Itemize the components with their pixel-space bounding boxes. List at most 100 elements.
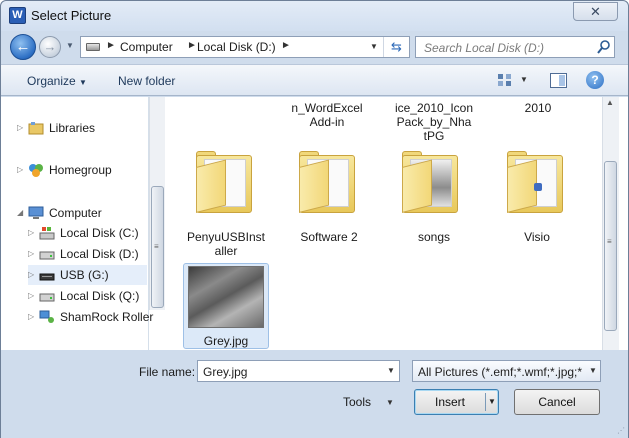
file-type-value: All Pictures (*.emf;*.wmf;*.jpg;* xyxy=(418,365,583,379)
search-input[interactable]: Search Local Disk (D:) xyxy=(424,41,544,55)
tools-dropdown-icon[interactable]: ▼ xyxy=(386,398,394,407)
network-icon xyxy=(39,310,54,323)
sidebar-item-local-disk-c[interactable]: ▷ Local Disk (C:) xyxy=(28,223,147,243)
address-bar[interactable]: ► Computer ► Local Disk (D:) ► ▼ ⇆ xyxy=(80,36,410,58)
file-list-scrollbar[interactable]: ▲ ≡ xyxy=(602,97,619,350)
sidebar-item-label: Homegroup xyxy=(49,163,112,177)
grip-icon: ≡ xyxy=(607,237,612,246)
expand-icon[interactable]: ▷ xyxy=(17,160,23,180)
file-name-field[interactable]: Grey.jpg ▼ xyxy=(197,360,400,382)
scrollbar-thumb[interactable] xyxy=(604,161,617,331)
select-picture-dialog: W Select Picture ✕ ← → ▼ ► Computer ► Lo… xyxy=(0,0,629,438)
breadcrumb-computer[interactable]: Computer xyxy=(120,40,173,54)
preview-pane-icon[interactable] xyxy=(550,73,567,88)
folder-name: PenyuUSBInst aller xyxy=(186,230,266,258)
expand-icon[interactable]: ▷ xyxy=(17,118,23,138)
browser-area: ▷ Libraries ▷ Homegroup ◢ Computer ▷ Loc… xyxy=(1,97,628,350)
file-name-label: File name: xyxy=(139,365,196,379)
breadcrumb-separator-icon[interactable]: ► xyxy=(106,40,116,51)
search-box[interactable]: Search Local Disk (D:) xyxy=(415,36,615,58)
help-icon[interactable]: ? xyxy=(586,71,604,89)
recent-locations-dropdown-icon[interactable]: ▼ xyxy=(66,41,76,51)
drive-icon xyxy=(39,293,55,302)
folder-icon xyxy=(299,151,355,213)
resize-grip-icon[interactable]: ⋰ xyxy=(617,426,627,436)
organize-button[interactable]: Organize ▼ xyxy=(27,74,87,88)
breadcrumb-local-disk-d[interactable]: Local Disk (D:) xyxy=(197,40,276,54)
insert-options-dropdown-icon[interactable]: ▼ xyxy=(488,390,496,414)
sidebar-item-label: Local Disk (Q:) xyxy=(60,289,140,303)
word-app-icon: W xyxy=(9,7,26,24)
sidebar-item-label: Local Disk (C:) xyxy=(60,226,139,240)
file-name-dropdown-icon[interactable]: ▼ xyxy=(384,362,398,380)
back-button[interactable]: ← xyxy=(10,34,36,60)
title-bar: W Select Picture ✕ xyxy=(1,1,628,31)
file-name-value[interactable]: Grey.jpg xyxy=(203,365,247,379)
chevron-down-icon: ▼ xyxy=(79,78,87,87)
libraries-icon xyxy=(28,122,44,135)
sidebar-item-shamrock-roller[interactable]: ▷ ShamRock Roller xyxy=(28,307,153,327)
sidebar-item-local-disk-q[interactable]: ▷ Local Disk (Q:) xyxy=(28,286,147,306)
expand-icon[interactable]: ▷ xyxy=(28,265,34,285)
navigation-scrollbar[interactable]: ≡ xyxy=(149,97,165,310)
file-name: Grey.jpg xyxy=(203,334,249,348)
refresh-icon[interactable]: ⇆ xyxy=(383,37,409,57)
folder-name: Visio xyxy=(524,230,550,244)
expand-icon[interactable]: ▷ xyxy=(28,223,34,243)
insert-label: Insert xyxy=(434,395,465,409)
computer-icon xyxy=(28,206,44,219)
breadcrumb-separator-icon[interactable]: ► xyxy=(281,40,291,51)
sidebar-item-local-disk-d[interactable]: ▷ Local Disk (D:) xyxy=(28,244,147,264)
grip-icon: ≡ xyxy=(154,242,159,251)
sidebar-item-label: Libraries xyxy=(49,121,96,135)
dialog-title: Select Picture xyxy=(31,8,112,23)
view-options-dropdown-icon[interactable]: ▼ xyxy=(520,75,528,84)
sidebar-item-computer[interactable]: ◢ Computer xyxy=(17,203,147,223)
sidebar-item-label: ShamRock Roller xyxy=(60,310,154,324)
view-icon[interactable] xyxy=(497,73,513,87)
close-button[interactable]: ✕ xyxy=(573,2,618,21)
expand-icon[interactable]: ▷ xyxy=(28,244,34,264)
expand-icon[interactable]: ▷ xyxy=(28,307,34,327)
new-folder-button[interactable]: New folder xyxy=(118,74,175,88)
sidebar-item-label: Computer xyxy=(49,206,102,220)
dialog-footer: File name: Grey.jpg ▼ All Pictures (*.em… xyxy=(1,350,628,438)
file-type-select[interactable]: All Pictures (*.emf;*.wmf;*.jpg;* ▼ xyxy=(412,360,601,382)
scroll-up-icon[interactable]: ▲ xyxy=(606,98,614,107)
homegroup-icon xyxy=(29,164,43,177)
folder-icon xyxy=(507,151,563,213)
drive-icon xyxy=(86,43,100,51)
folder-icon xyxy=(402,151,458,213)
collapse-icon[interactable]: ◢ xyxy=(17,203,23,223)
organize-label: Organize xyxy=(27,74,76,88)
sidebar-item-libraries[interactable]: ▷ Libraries xyxy=(17,118,147,138)
folder-name: songs xyxy=(417,230,451,244)
usb-drive-icon xyxy=(39,273,55,281)
command-bar: Organize ▼ New folder ▼ ? xyxy=(1,64,628,96)
drive-icon xyxy=(39,251,55,260)
windows-drive-icon xyxy=(39,227,55,240)
image-thumbnail xyxy=(188,266,264,328)
sidebar-item-label: Local Disk (D:) xyxy=(60,247,139,261)
forward-button[interactable]: → xyxy=(39,36,61,58)
split-divider xyxy=(485,393,486,411)
search-icon[interactable] xyxy=(597,39,611,55)
file-label-partial[interactable]: n_WordExcel Add-in xyxy=(279,101,375,129)
file-label-partial[interactable]: 2010 xyxy=(490,101,586,115)
folder-icon xyxy=(196,151,252,213)
folder-name: Software 2 xyxy=(300,230,358,244)
sidebar-item-label: USB (G:) xyxy=(60,268,109,282)
expand-icon[interactable]: ▷ xyxy=(28,286,34,306)
sidebar-item-usb-g[interactable]: ▷ USB (G:) xyxy=(28,265,147,285)
tools-button[interactable]: Tools xyxy=(343,395,371,409)
address-dropdown-icon[interactable]: ▼ xyxy=(367,37,381,57)
file-list: n_WordExcel Add-in ice_2010_Icon Pack_by… xyxy=(166,97,602,350)
file-type-dropdown-icon[interactable]: ▼ xyxy=(586,362,600,380)
navigation-pane: ▷ Libraries ▷ Homegroup ◢ Computer ▷ Loc… xyxy=(1,97,153,350)
cancel-button[interactable]: Cancel xyxy=(514,389,600,415)
sidebar-item-homegroup[interactable]: ▷ Homegroup xyxy=(17,160,147,180)
breadcrumb-separator-icon[interactable]: ► xyxy=(187,40,197,51)
insert-button[interactable]: Insert ▼ xyxy=(414,389,499,415)
file-label-partial[interactable]: ice_2010_Icon Pack_by_Nha tPG xyxy=(386,101,482,143)
navigation-bar: ← → ▼ ► Computer ► Local Disk (D:) ► ▼ ⇆… xyxy=(1,31,628,63)
